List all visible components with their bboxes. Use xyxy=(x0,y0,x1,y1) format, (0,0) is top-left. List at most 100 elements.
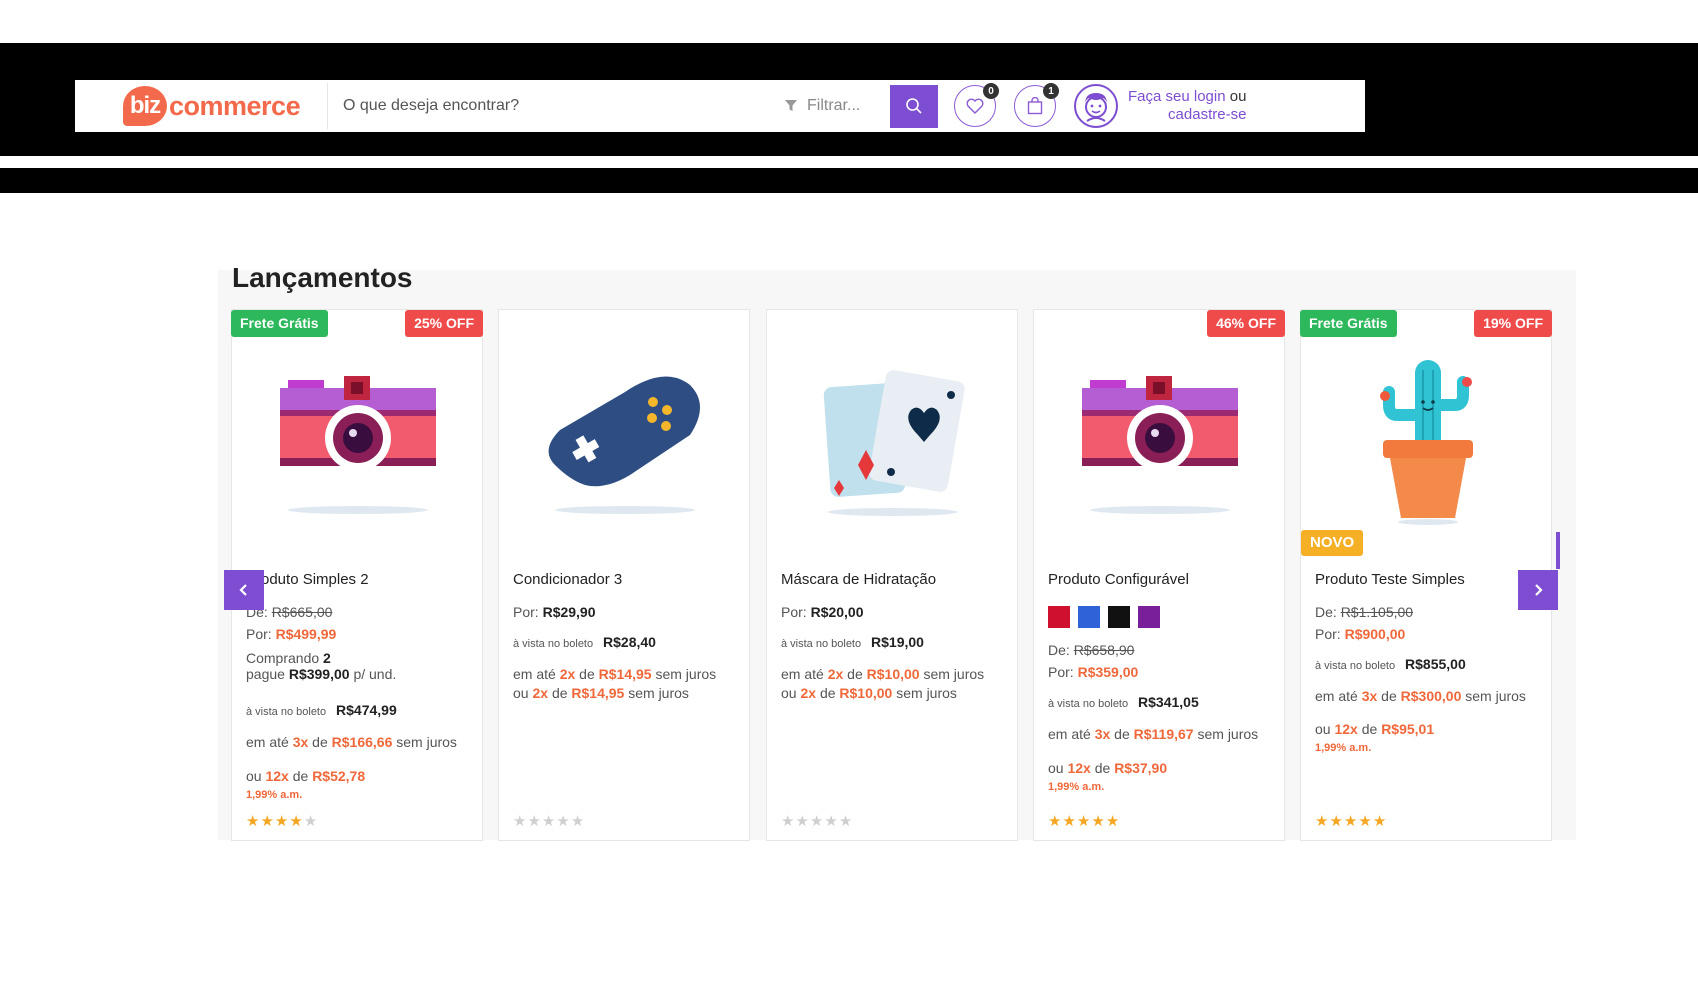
gamepad-icon xyxy=(548,376,700,514)
star-icon: ★ xyxy=(260,813,275,830)
heart-icon xyxy=(966,98,984,114)
logo-badge: biz xyxy=(123,86,167,126)
star-icon: ★ xyxy=(809,813,825,830)
rating-stars: ★★★★★ xyxy=(1315,812,1387,830)
chevron-left-icon xyxy=(239,584,247,596)
login-link[interactable]: Faça seu login xyxy=(1128,88,1226,105)
star-icon: ★ xyxy=(1062,813,1077,830)
star-icon: ★ xyxy=(556,813,571,830)
search-input[interactable] xyxy=(328,85,785,127)
header-actions: 0 1 Faça seu login ou cadastre-se xyxy=(954,83,1246,128)
sale-price: R$20,00 xyxy=(810,604,864,620)
search-icon xyxy=(906,98,922,114)
sale-price: R$900,00 xyxy=(1344,626,1406,642)
login-area: Faça seu login ou cadastre-se xyxy=(1128,88,1246,124)
interest-rate: 1,99% a.m. xyxy=(246,789,303,801)
star-icon: ★ xyxy=(824,813,839,830)
carousel-edge-marker xyxy=(1556,532,1560,569)
star-icon: ★ xyxy=(1105,813,1121,830)
color-swatch[interactable] xyxy=(1078,606,1100,628)
bulk-price: R$399,00 xyxy=(288,666,350,682)
product-card[interactable]: Condicionador 3 Por: R$29,90 à vista no … xyxy=(498,309,750,841)
star-icon: ★ xyxy=(1372,813,1388,830)
product-card[interactable]: 46% OFF Produto Configurável De: R$658,9… xyxy=(1033,309,1285,841)
user-face-icon xyxy=(1085,93,1107,122)
product-card[interactable]: Frete Grátis 25% OFF Produto Simples 2 D… xyxy=(231,309,483,841)
star-icon: ★ xyxy=(1091,813,1106,830)
boleto-price: R$855,00 xyxy=(1405,656,1466,672)
star-icon: ★ xyxy=(541,813,557,830)
carousel-next-button[interactable] xyxy=(1518,570,1558,610)
boleto-price: R$474,99 xyxy=(336,702,397,718)
bag-icon xyxy=(1027,97,1043,115)
filter-dropdown[interactable]: Filtrar... xyxy=(785,97,890,115)
color-swatch[interactable] xyxy=(1108,606,1130,628)
wishlist-button[interactable]: 0 xyxy=(954,83,999,127)
star-icon: ★ xyxy=(1329,813,1344,830)
new-badge: NOVO xyxy=(1301,530,1364,556)
product-card[interactable]: Frete Grátis 19% OFF NOVO Produto Teste … xyxy=(1300,309,1552,841)
product-name[interactable]: Máscara de Hidratação xyxy=(781,571,936,588)
cart-count: 1 xyxy=(1043,83,1059,99)
site-header: biz commerce Filtrar... 0 1 xyxy=(75,80,1365,132)
chevron-right-icon xyxy=(1535,584,1543,596)
playing-cards-icon xyxy=(823,370,965,516)
product-card[interactable]: Máscara de Hidratação Por: R$20,00 à vis… xyxy=(766,309,1018,841)
product-name[interactable]: Produto Configurável xyxy=(1048,571,1189,588)
star-icon: ★ xyxy=(303,813,319,830)
interest-rate: 1,99% a.m. xyxy=(1315,742,1372,754)
product-name[interactable]: Produto Teste Simples xyxy=(1315,571,1465,588)
star-icon: ★ xyxy=(570,813,586,830)
star-icon: ★ xyxy=(1048,813,1063,830)
rating-stars: ★★★★★ xyxy=(781,812,853,830)
product-name[interactable]: Condicionador 3 xyxy=(513,571,622,588)
rating-stars: ★★★★★ xyxy=(246,812,318,830)
star-icon: ★ xyxy=(795,813,810,830)
camera-icon xyxy=(280,376,436,514)
boleto-price: R$341,05 xyxy=(1138,694,1199,710)
free-shipping-badge: Frete Grátis xyxy=(1300,310,1397,337)
color-swatches xyxy=(1048,606,1273,628)
star-icon: ★ xyxy=(1358,813,1373,830)
sale-price: R$499,99 xyxy=(275,626,337,642)
logo-text: commerce xyxy=(169,90,301,121)
star-icon: ★ xyxy=(246,813,261,830)
signup-link[interactable]: cadastre-se xyxy=(1168,106,1246,123)
funnel-icon xyxy=(785,100,797,111)
discount-badge: 25% OFF xyxy=(405,310,483,337)
rating-stars: ★★★★★ xyxy=(513,812,585,830)
product-name[interactable]: Produto Simples 2 xyxy=(246,571,369,588)
star-icon: ★ xyxy=(1315,813,1330,830)
wishlist-count: 0 xyxy=(983,83,999,99)
cactus-icon xyxy=(1380,360,1473,525)
search-button[interactable] xyxy=(890,84,938,128)
free-shipping-badge: Frete Grátis xyxy=(231,310,328,337)
boleto-price: R$28,40 xyxy=(603,634,656,650)
camera-icon xyxy=(1082,376,1238,514)
sale-price: R$359,00 xyxy=(1077,664,1139,680)
boleto-price: R$19,00 xyxy=(871,634,924,650)
old-price: R$1.105,00 xyxy=(1340,604,1414,620)
old-price: R$658,90 xyxy=(1073,642,1135,658)
old-price: R$665,00 xyxy=(271,604,333,620)
cart-button[interactable]: 1 xyxy=(1014,83,1059,127)
search-bar: Filtrar... xyxy=(327,83,938,129)
login-or: ou xyxy=(1229,88,1247,105)
star-icon: ★ xyxy=(781,813,796,830)
nav-backdrop xyxy=(0,168,1698,193)
color-swatch[interactable] xyxy=(1138,606,1160,628)
color-swatch[interactable] xyxy=(1048,606,1070,628)
star-icon: ★ xyxy=(838,813,854,830)
section-title: Lançamentos xyxy=(232,262,413,293)
star-icon: ★ xyxy=(513,813,528,830)
star-icon: ★ xyxy=(289,813,304,830)
sale-price: R$29,90 xyxy=(542,604,596,620)
interest-rate: 1,99% a.m. xyxy=(1048,781,1105,793)
discount-badge: 46% OFF xyxy=(1207,310,1285,337)
star-icon: ★ xyxy=(527,813,542,830)
user-avatar[interactable] xyxy=(1074,84,1118,128)
logo[interactable]: biz commerce xyxy=(75,80,325,132)
carousel-prev-button[interactable] xyxy=(224,570,264,610)
star-icon: ★ xyxy=(1343,813,1359,830)
star-icon: ★ xyxy=(1076,813,1092,830)
